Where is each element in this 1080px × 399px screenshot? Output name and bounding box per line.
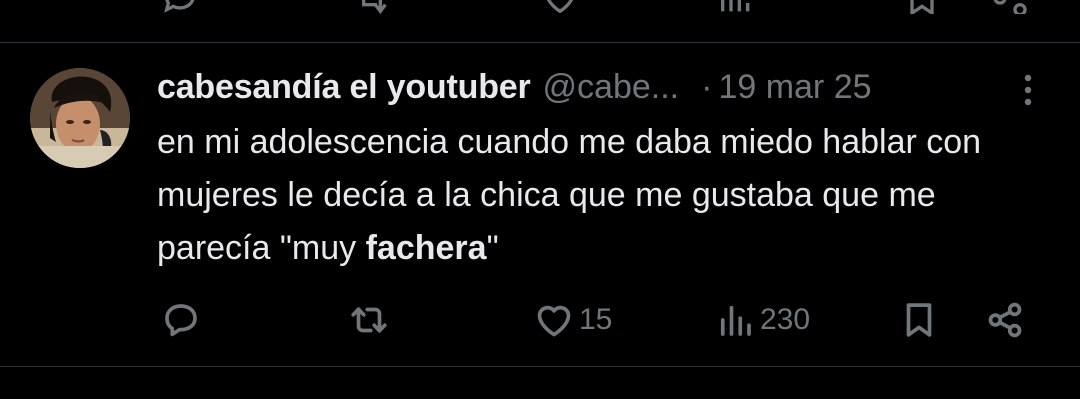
share-icon[interactable] (990, 0, 1030, 14)
divider (0, 42, 1080, 43)
heart-icon[interactable] (540, 0, 580, 14)
retweet-icon[interactable] (352, 0, 392, 14)
reply-button[interactable] (160, 292, 206, 348)
previous-tweet-actions (0, 0, 1080, 14)
bookmark-icon[interactable] (902, 0, 942, 14)
tweet-text-end: " (486, 229, 499, 267)
separator-dot: · (701, 68, 713, 106)
tweet-date[interactable]: 19 mar 25 (718, 62, 871, 112)
reply-icon[interactable] (160, 0, 200, 14)
views-button[interactable]: 230 (714, 292, 810, 348)
display-name[interactable]: cabesandía el youtuber (157, 62, 531, 112)
retweet-button[interactable] (348, 292, 394, 348)
like-count: 15 (579, 303, 613, 336)
bookmark-button[interactable] (898, 292, 940, 348)
user-handle[interactable]: @cabe... (543, 62, 680, 112)
more-icon[interactable] (1014, 72, 1042, 108)
share-button[interactable] (984, 292, 1026, 348)
heart-icon (533, 299, 575, 341)
views-icon (714, 299, 756, 341)
retweet-icon (348, 299, 390, 341)
avatar[interactable] (30, 68, 130, 168)
tweet-actions: 15 230 (0, 292, 1080, 348)
reply-icon (160, 299, 202, 341)
tweet-text-part: en mi adolescencia cuando me daba miedo … (157, 123, 982, 267)
bookmark-icon (898, 299, 940, 341)
tweet-text: en mi adolescencia cuando me daba miedo … (157, 116, 1017, 275)
divider (0, 366, 1080, 367)
share-icon (984, 299, 1026, 341)
views-icon[interactable] (716, 0, 756, 14)
tweet-text-bold: fachera (365, 229, 487, 267)
tweet-header: cabesandía el youtuber @cabe... · 19 mar… (157, 62, 872, 112)
like-button[interactable]: 15 (533, 292, 612, 348)
views-count: 230 (760, 303, 811, 336)
